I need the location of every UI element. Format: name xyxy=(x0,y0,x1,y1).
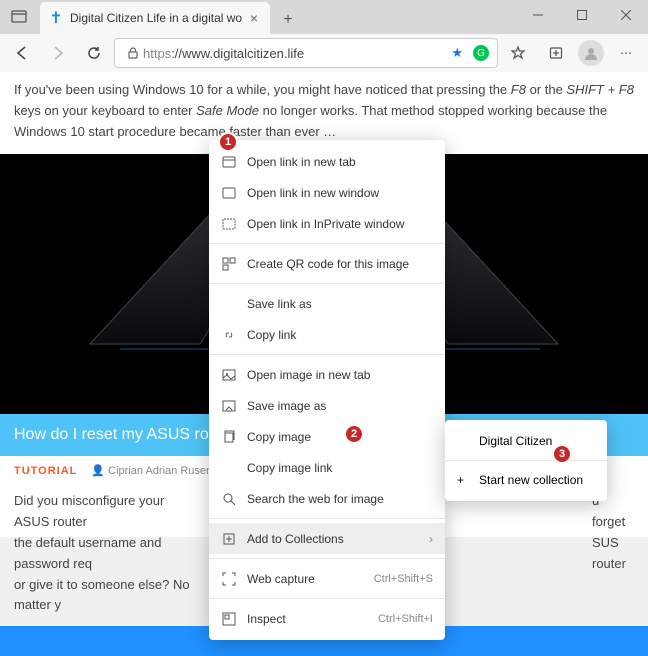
plus-icon: + xyxy=(457,473,471,487)
close-window-button[interactable] xyxy=(604,0,648,30)
collections-submenu: Digital Citizen +Start new collection xyxy=(445,420,607,501)
ctx-search-image[interactable]: Search the web for image xyxy=(209,483,445,514)
ctx-add-to-collections[interactable]: Add to Collections› xyxy=(209,523,445,554)
link-icon xyxy=(221,328,237,342)
forward-button[interactable] xyxy=(42,37,74,69)
titlebar: ✝ Digital Citizen Life in a digital wo ×… xyxy=(0,0,648,34)
copy-icon xyxy=(221,430,237,444)
favorite-star-icon[interactable]: ★ xyxy=(451,45,463,61)
chevron-right-icon: › xyxy=(429,532,433,546)
category-tag[interactable]: TUTORIAL xyxy=(14,465,77,477)
ctx-save-link[interactable]: Save link as xyxy=(209,288,445,319)
green-badge-icon[interactable]: G xyxy=(473,45,489,61)
annotation-badge-3: 3 xyxy=(552,444,572,464)
article-body-right: u forget SUS router xyxy=(578,485,648,622)
inprivate-icon xyxy=(221,217,237,231)
start-new-collection[interactable]: +Start new collection xyxy=(445,465,607,495)
new-window-icon xyxy=(221,186,237,200)
url-text: https://www.digitalcitizen.life xyxy=(143,46,304,61)
qr-icon xyxy=(221,257,237,271)
ctx-inspect[interactable]: InspectCtrl+Shift+I xyxy=(209,603,445,634)
ctx-web-capture[interactable]: Web captureCtrl+Shift+S xyxy=(209,563,445,594)
tab-title: Digital Citizen Life in a digital wo xyxy=(70,11,246,25)
context-menu: Open link in new tab Open link in new wi… xyxy=(209,140,445,640)
tab-close-button[interactable]: × xyxy=(246,10,262,26)
annotation-badge-1: 1 xyxy=(218,132,238,152)
author-name[interactable]: 👤 Ciprian Adrian Rusen xyxy=(91,464,212,477)
ctx-copy-link[interactable]: Copy link xyxy=(209,319,445,350)
maximize-button[interactable] xyxy=(560,0,604,30)
tab-favicon-icon: ✝ xyxy=(48,10,64,26)
collections-icon xyxy=(221,532,237,546)
save-icon xyxy=(221,399,237,413)
collections-icon[interactable] xyxy=(540,37,572,69)
refresh-button[interactable] xyxy=(78,37,110,69)
collection-digital-citizen[interactable]: Digital Citizen xyxy=(445,426,607,456)
profile-avatar[interactable] xyxy=(578,40,604,66)
new-tab-icon xyxy=(221,155,237,169)
ctx-open-link-new-tab[interactable]: Open link in new tab xyxy=(209,146,445,177)
browser-tab[interactable]: ✝ Digital Citizen Life in a digital wo × xyxy=(40,2,270,34)
ctx-create-qr[interactable]: Create QR code for this image xyxy=(209,248,445,279)
new-tab-button[interactable]: + xyxy=(274,6,302,34)
edge-app-icon xyxy=(4,2,34,32)
minimize-button[interactable] xyxy=(516,0,560,30)
ctx-open-inprivate[interactable]: Open link in InPrivate window xyxy=(209,208,445,239)
article-body: Did you misconfigure your ASUS router th… xyxy=(0,485,210,622)
image-icon xyxy=(221,368,237,382)
capture-icon xyxy=(221,572,237,586)
site-info-icon[interactable] xyxy=(123,46,143,60)
article-paragraph: If you've been using Windows 10 for a wh… xyxy=(0,72,648,150)
ctx-copy-image-link[interactable]: Copy image link xyxy=(209,452,445,483)
ctx-copy-image[interactable]: Copy image xyxy=(209,421,445,452)
ctx-open-link-new-window[interactable]: Open link in new window xyxy=(209,177,445,208)
annotation-badge-2: 2 xyxy=(344,424,364,444)
inspect-icon xyxy=(221,612,237,626)
search-icon xyxy=(221,492,237,506)
back-button[interactable] xyxy=(6,37,38,69)
favorites-icon[interactable] xyxy=(502,37,534,69)
menu-button[interactable]: ⋯ xyxy=(610,37,642,69)
window-controls xyxy=(516,0,648,30)
address-bar[interactable]: https://www.digitalcitizen.life ★ G xyxy=(114,38,498,68)
ctx-open-image[interactable]: Open image in new tab xyxy=(209,359,445,390)
navbar: https://www.digitalcitizen.life ★ G ⋯ xyxy=(0,34,648,72)
ctx-save-image[interactable]: Save image as xyxy=(209,390,445,421)
